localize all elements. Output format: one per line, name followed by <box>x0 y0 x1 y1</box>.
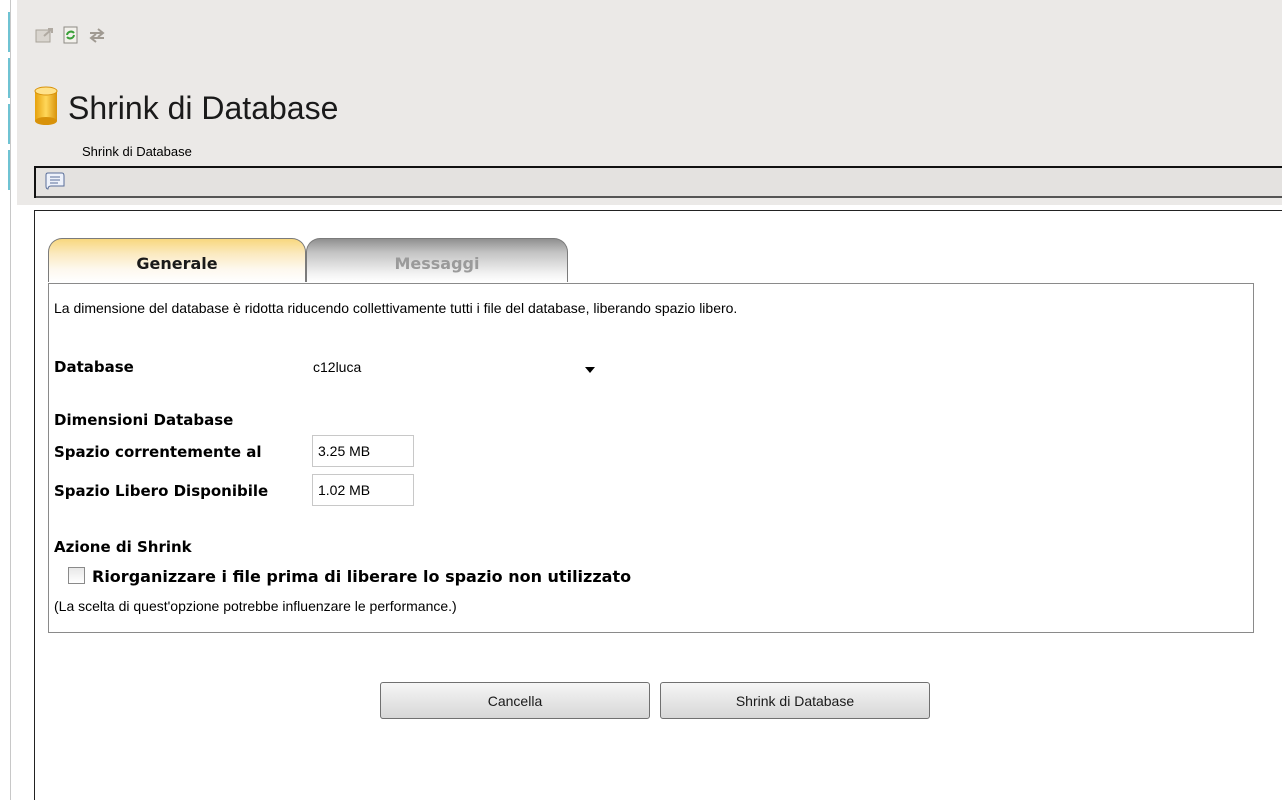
description-text: La dimensione del database è ridotta rid… <box>54 300 738 316</box>
chevron-down-icon[interactable] <box>585 358 595 377</box>
tab-generale[interactable]: Generale <box>48 238 306 282</box>
database-select[interactable]: c12luca <box>313 356 607 378</box>
sync-icon[interactable] <box>86 24 108 46</box>
page-title: Shrink di Database <box>68 89 339 126</box>
left-splitter[interactable] <box>0 0 18 800</box>
shrink-action-heading: Azione di Shrink <box>54 538 192 556</box>
database-select-value: c12luca <box>313 359 362 375</box>
splitter-accent <box>8 104 10 144</box>
export-icon[interactable] <box>34 24 56 46</box>
shrink-database-button[interactable]: Shrink di Database <box>660 682 930 719</box>
free-space-field: 1.02 MB <box>312 474 414 506</box>
dimensions-heading: Dimensioni Database <box>54 411 234 429</box>
toolbar <box>34 24 108 46</box>
page-subtitle: Shrink di Database <box>82 144 192 159</box>
cancel-button[interactable]: Cancella <box>380 682 650 719</box>
current-space-field: 3.25 MB <box>312 435 414 467</box>
splitter-accent <box>8 150 10 190</box>
performance-note: (La scelta di quest'opzione potrebbe inf… <box>54 598 457 614</box>
tab-messaggi[interactable]: Messaggi <box>306 238 568 282</box>
splitter-line <box>10 0 11 800</box>
sub-toolbar <box>34 168 1282 198</box>
script-icon[interactable] <box>44 171 66 195</box>
database-icon <box>34 86 58 130</box>
sub-toolbar-border <box>36 196 1282 198</box>
splitter-accent <box>8 12 10 52</box>
refresh-icon[interactable] <box>60 24 82 46</box>
current-space-label: Spazio correntemente al <box>54 443 262 461</box>
title-row: Shrink di Database <box>34 86 338 130</box>
reorganize-label[interactable]: Riorganizzare i file prima di liberare l… <box>92 567 631 586</box>
database-label: Database <box>54 358 134 376</box>
splitter-accent <box>8 58 10 98</box>
free-space-label: Spazio Libero Disponibile <box>54 482 269 500</box>
reorganize-checkbox[interactable] <box>68 567 85 584</box>
